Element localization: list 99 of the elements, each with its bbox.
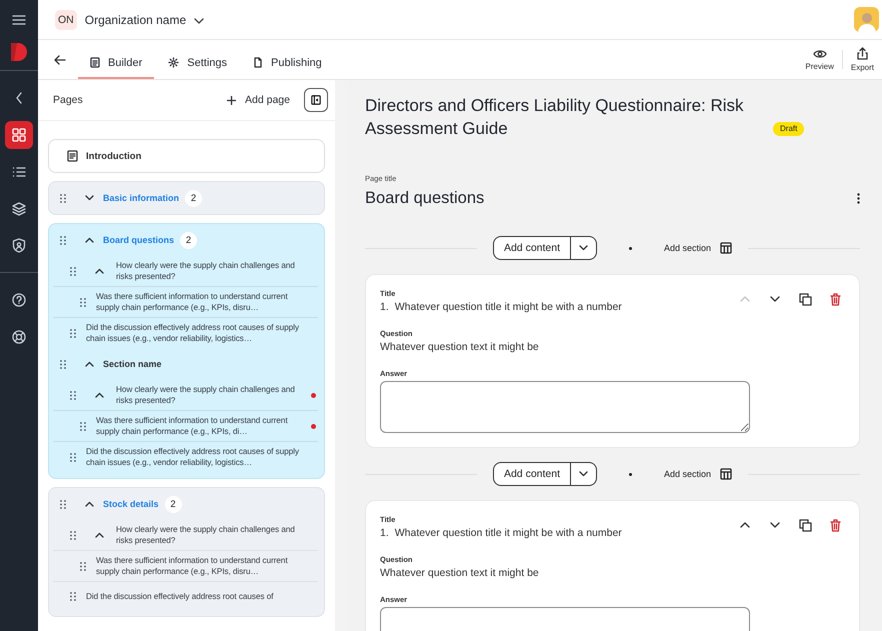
sidebar-icon <box>311 94 321 106</box>
chevron-up-icon <box>740 296 750 302</box>
status-badge: Draft <box>773 122 804 136</box>
dropdown-button[interactable] <box>571 462 598 486</box>
question-item[interactable]: Was there sufficient information to understand current supply chain performance (e.g., KPIs, disru… <box>96 291 307 313</box>
duplicate-button[interactable] <box>797 291 813 307</box>
logo-icon <box>10 42 28 62</box>
drag-handle-icon[interactable] <box>60 500 66 508</box>
drag-handle-icon[interactable] <box>60 360 66 368</box>
layers-icon[interactable] <box>12 202 26 216</box>
person-silhouette-icon <box>856 10 876 32</box>
page-title[interactable]: Basic information <box>103 193 180 203</box>
page-group[interactable] <box>48 223 325 479</box>
question-item[interactable]: Was there sufficient information to understand current supply chain performance (e.g., KPIs, di… <box>96 415 307 437</box>
dropdown-button[interactable] <box>571 236 598 260</box>
chevron-down-icon <box>579 245 588 251</box>
list-icon[interactable] <box>12 166 26 178</box>
menu-icon[interactable] <box>12 14 26 26</box>
dashboard-icon[interactable] <box>12 128 26 142</box>
help-icon[interactable] <box>12 292 26 306</box>
question-item[interactable]: Did the discussion effectively address root causes of <box>86 590 307 602</box>
add-section-button[interactable]: Add section <box>664 242 732 254</box>
drag-handle-icon[interactable] <box>80 298 86 306</box>
trash-icon <box>830 292 840 306</box>
drag-handle-icon[interactable] <box>70 530 76 540</box>
question-item[interactable]: How clearly were the supply chain challenges and risks presented? <box>116 524 307 546</box>
count-badge: 2 <box>185 190 202 206</box>
chevron-up-icon[interactable] <box>94 268 104 274</box>
document-icon <box>90 57 100 68</box>
question-number: 1. <box>380 527 389 539</box>
drag-handle-icon[interactable] <box>70 266 76 276</box>
question-title[interactable]: Whatever question title it might be with a number <box>394 301 622 313</box>
chevron-down-icon <box>579 471 588 477</box>
chevron-down-icon[interactable] <box>194 18 204 24</box>
question-item[interactable]: Was there sufficient information to understand current supply chain performance (e.g., KPIs, disru… <box>96 555 307 577</box>
question-item[interactable]: How clearly were the supply chain challenges and risks presented? <box>116 384 307 406</box>
tab[interactable]: Settings <box>156 40 239 79</box>
panel-title: Pages <box>53 94 84 106</box>
question-item[interactable]: Did the discussion effectively address root causes of supply chain issues (e.g., vendor reliability, logistics… <box>86 322 307 344</box>
question-text[interactable]: Whatever question text it might be <box>380 567 845 579</box>
toolbar-button[interactable]: Preview <box>797 40 842 79</box>
nav-item[interactable] <box>5 120 33 148</box>
form-title: Directors and Officers Liability Questionnaire: Risk Assessment Guide <box>365 95 745 140</box>
add-page-button[interactable]: Add page <box>227 94 290 106</box>
back-arrow-icon[interactable] <box>54 54 66 64</box>
more-vertical-icon[interactable] <box>857 193 860 204</box>
duplicate-button[interactable] <box>797 517 813 533</box>
add-content-button[interactable]: Add content <box>492 462 572 486</box>
question-number: 1. <box>380 301 389 313</box>
drag-handle-icon[interactable] <box>60 236 66 244</box>
chevron-left-icon[interactable] <box>15 92 23 104</box>
lifebuoy-icon[interactable] <box>12 330 26 344</box>
table-icon <box>720 242 732 254</box>
drag-handle-icon[interactable] <box>70 452 76 462</box>
question-text[interactable]: Whatever question text it might be <box>380 341 845 353</box>
org-initials: ON <box>55 10 77 30</box>
drag-handle-icon[interactable] <box>70 328 76 338</box>
chevron-up-icon[interactable] <box>94 532 104 538</box>
question-item[interactable]: How clearly were the supply chain challenges and risks presented? <box>116 260 307 282</box>
drag-handle-icon[interactable] <box>60 194 66 202</box>
plus-icon <box>227 96 236 104</box>
copy-icon <box>798 292 812 306</box>
toolbar-button[interactable]: Export <box>842 40 882 79</box>
count-badge: 2 <box>164 496 182 512</box>
chevron-down-icon <box>770 296 780 302</box>
chevron-up-icon <box>740 522 750 528</box>
page-group[interactable]: Basic information 2 <box>48 181 325 215</box>
question-item[interactable]: Did the discussion effectively address root causes of supply chain issues (e.g., vendor reliability, logistics… <box>86 446 307 468</box>
count-badge: 2 <box>180 232 198 248</box>
page-group[interactable] <box>48 487 325 617</box>
collapse-panel-button[interactable] <box>304 88 328 112</box>
section-title[interactable]: Section name <box>103 359 162 369</box>
add-section-button[interactable]: Add section <box>664 468 732 480</box>
drag-handle-icon[interactable] <box>80 562 86 570</box>
page-title[interactable]: Stock details <box>103 499 159 509</box>
answer-field[interactable] <box>380 381 750 433</box>
chevron-up-icon[interactable] <box>84 237 94 243</box>
org-name[interactable]: Organization name <box>84 12 186 26</box>
question-title[interactable]: Whatever question title it might be with a number <box>394 527 622 539</box>
table-icon <box>720 468 732 480</box>
chevron-up-icon[interactable] <box>84 501 94 507</box>
drag-handle-icon[interactable] <box>70 592 76 600</box>
page-item[interactable]: Introduction <box>48 139 325 173</box>
trash-icon <box>830 518 840 532</box>
chevron-down-icon <box>770 522 780 528</box>
shield-icon[interactable] <box>12 238 26 253</box>
gear-icon <box>168 57 180 68</box>
drag-handle-icon[interactable] <box>70 390 76 400</box>
eye-icon <box>812 48 827 58</box>
add-content-button[interactable]: Add content <box>492 236 572 260</box>
chevron-down-icon[interactable] <box>84 195 94 201</box>
page-title[interactable]: Board questions <box>365 189 484 208</box>
chevron-up-icon[interactable] <box>84 361 94 367</box>
document-icon <box>67 150 78 162</box>
drag-handle-icon[interactable] <box>80 422 86 430</box>
copy-icon <box>798 518 812 532</box>
chevron-up-icon[interactable] <box>94 392 104 398</box>
share-icon <box>856 47 868 60</box>
tab[interactable]: Publishing <box>241 40 334 79</box>
